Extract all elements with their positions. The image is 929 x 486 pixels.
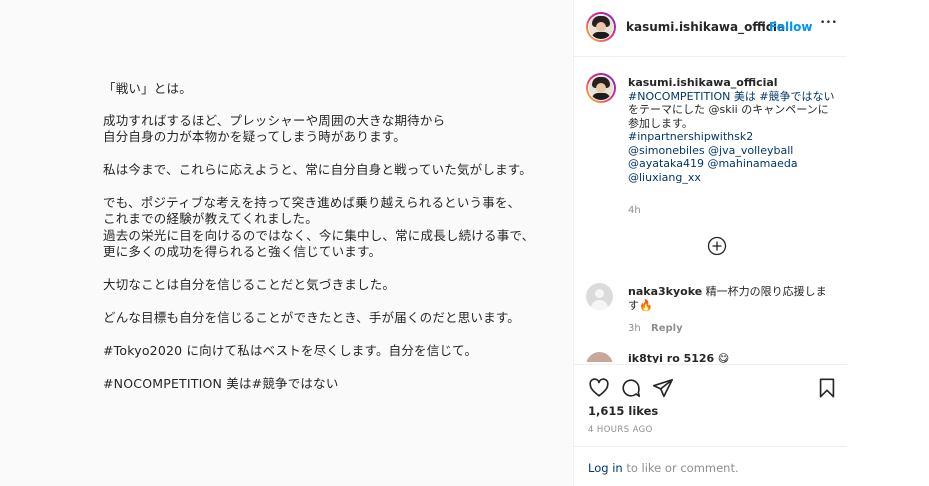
- comment-icon[interactable]: [620, 377, 642, 399]
- post-text-line: でも、ポジティブな考えを持って突き進めば乗り越えられるという事を、: [103, 195, 521, 210]
- smile-emoji: 😋: [717, 352, 730, 363]
- divider: [574, 446, 847, 447]
- caption-avatar[interactable]: [586, 73, 616, 103]
- follow-button[interactable]: Follow: [769, 20, 813, 34]
- post-text-line: 大切なことは自分を信じることだと気づきました。: [103, 277, 396, 292]
- post-text-line: これまでの経験が教えてくれました。: [103, 211, 318, 226]
- comment: naka3kyoke 精一杯力の限り応援しま す🔥: [628, 285, 827, 312]
- caption-line: #NOCOMPETITION 美は #競争ではない: [628, 89, 835, 103]
- heart-icon[interactable]: [588, 377, 610, 399]
- login-prompt-text: to like or comment.: [622, 461, 739, 475]
- caption-mentions[interactable]: @liuxiang_xx: [628, 171, 835, 185]
- caption-username[interactable]: kasumi.ishikawa_official: [628, 76, 835, 90]
- post-timestamp: 4 HOURS AGO: [588, 425, 653, 435]
- post-text-line: #Tokyo2020 に向けて私はベストを尽くします。自分を信じて。: [103, 343, 478, 358]
- caption-hashtag[interactable]: #inpartnershipwithsk2: [628, 130, 835, 144]
- more-options-icon[interactable]: •••: [820, 18, 837, 28]
- login-prompt: Log in to like or comment.: [588, 461, 739, 475]
- header-separator-dot: •: [760, 19, 767, 32]
- post-text-line: 過去の栄光に目を向けるのではなく、今に集中し、常に成長し続ける事で、: [103, 228, 535, 243]
- load-more-comments-icon[interactable]: [707, 236, 727, 256]
- post-header: kasumi.ishikawa_officia • Follow •••: [574, 0, 847, 57]
- fire-emoji: 🔥: [639, 298, 653, 312]
- bookmark-icon[interactable]: [816, 377, 838, 399]
- caption-mentions[interactable]: @ayataka419 @mahinamaeda: [628, 157, 835, 171]
- caption-line: 参加します。: [628, 116, 693, 130]
- comment-avatar[interactable]: [586, 283, 613, 310]
- post-text-line: 「戦い」とは。: [103, 81, 192, 96]
- post-sidebar: kasumi.ishikawa_officia • Follow ••• kas…: [573, 0, 847, 486]
- comment: ik8tyi ro 5126 😋: [628, 352, 729, 363]
- post-text-line: 私は今まで、これらに応えようと、常に自分自身と戦っていた気がします。: [103, 162, 532, 177]
- post-text-line: 自分自身の力が本物かを疑ってしまう時があります。: [103, 129, 406, 144]
- likes-count[interactable]: 1,615 likes: [588, 404, 658, 418]
- post-text-line: 成功すればするほど、プレッシャーや周囲の大きな期待から: [103, 113, 446, 128]
- caption-line: をテーマにした @skii のキャンペーンに: [628, 103, 829, 116]
- comment-username[interactable]: naka3kyoke: [628, 285, 702, 298]
- reply-button[interactable]: Reply: [651, 323, 683, 334]
- caption-time: 4h: [628, 205, 641, 216]
- comment-time: 3h: [628, 323, 641, 334]
- post-text-line: #NOCOMPETITION 美は#競争ではない: [103, 376, 339, 391]
- share-icon[interactable]: [652, 377, 674, 399]
- comment-avatar[interactable]: [586, 352, 613, 362]
- post-image: 「戦い」とは。 成功すればするほど、プレッシャーや周囲の大きな期待から 自分自身…: [0, 0, 572, 486]
- divider: [574, 364, 847, 365]
- login-link[interactable]: Log in: [588, 461, 623, 475]
- comment-text: す: [628, 298, 639, 312]
- comment-username[interactable]: ik8tyi ro 5126: [628, 352, 714, 363]
- caption: kasumi.ishikawa_official #NOCOMPETITION …: [628, 76, 835, 184]
- comment-text: 精一杯力の限り応援しま: [705, 285, 827, 298]
- header-avatar[interactable]: [586, 12, 616, 42]
- post-text-line: どんな目標も自分を信じることができたとき、手が届くのだと思います。: [103, 310, 520, 325]
- caption-mentions[interactable]: @simonebiles @jva_volleyball: [628, 144, 835, 158]
- post-text-line: 更に多くの成功を得られると強く信じています。: [103, 244, 382, 259]
